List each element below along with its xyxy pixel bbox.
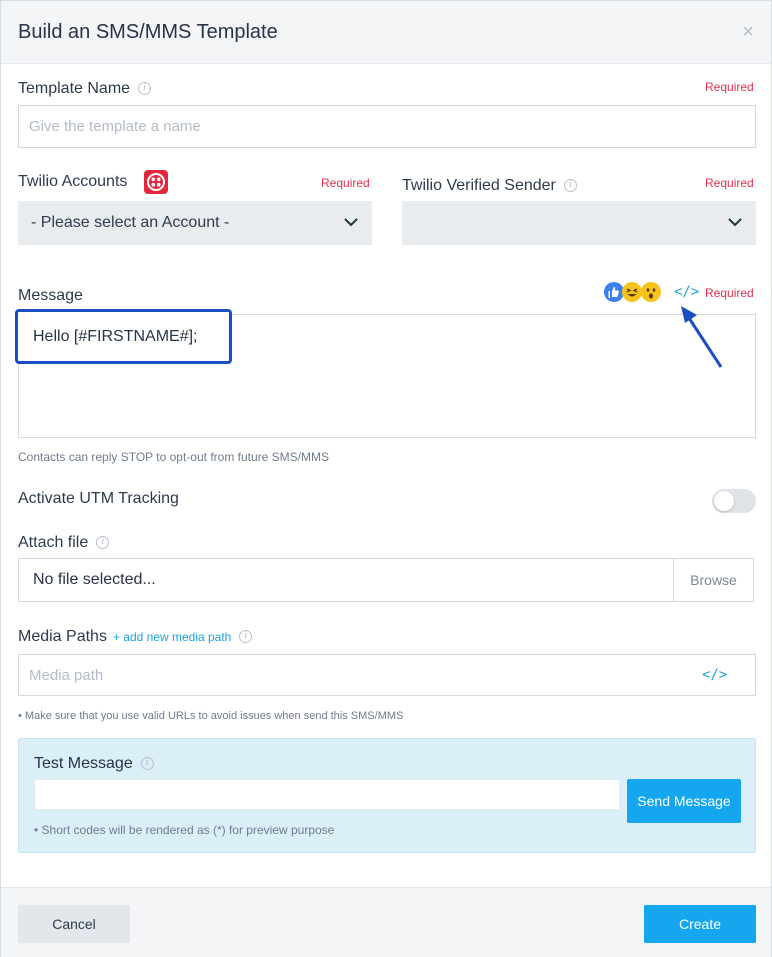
required-badge: Required xyxy=(705,176,754,190)
browse-button[interactable]: Browse xyxy=(673,559,753,601)
test-message-panel: Test Message i Send Message • Short codes… xyxy=(18,738,756,853)
template-name-label: Template Name i xyxy=(18,80,152,98)
laughing-emoji-icon[interactable] xyxy=(622,282,642,302)
twilio-sender-select[interactable] xyxy=(402,201,756,245)
test-phone-input[interactable] xyxy=(34,779,620,810)
required-badge: Required xyxy=(705,80,754,94)
code-icon[interactable]: </> xyxy=(702,667,727,683)
info-icon[interactable]: i xyxy=(140,757,154,771)
info-icon[interactable]: i xyxy=(239,630,253,644)
close-icon[interactable]: × xyxy=(742,22,754,42)
thumbs-up-emoji-icon[interactable] xyxy=(604,282,624,302)
send-message-button[interactable]: Send Message xyxy=(627,779,741,823)
required-badge: Required xyxy=(705,286,754,300)
twilio-logo-icon xyxy=(144,170,168,194)
utm-tracking-toggle[interactable] xyxy=(712,489,756,513)
twilio-account-select[interactable]: - Please select an Account - xyxy=(18,201,372,245)
media-paths-label: Media Paths + add new media path i xyxy=(18,628,253,646)
chevron-down-icon xyxy=(728,218,742,227)
media-path-input[interactable]: Media path xyxy=(18,654,756,696)
info-icon[interactable]: i xyxy=(138,82,152,96)
create-button[interactable]: Create xyxy=(644,905,756,943)
twilio-accounts-label: Twilio Accounts xyxy=(18,173,128,190)
arrow-pointer-icon xyxy=(681,306,723,368)
modal-title: Build an SMS/MMS Template xyxy=(18,21,278,43)
media-path-hint: • Make sure that you use valid URLs to a… xyxy=(18,710,404,722)
info-icon[interactable]: i xyxy=(563,179,577,193)
test-message-title: Test Message i xyxy=(34,755,154,773)
test-message-hint: • Short codes will be rendered as (*) fo… xyxy=(34,823,335,837)
message-hint: Contacts can reply STOP to opt-out from … xyxy=(18,450,330,464)
info-icon[interactable]: i xyxy=(96,536,110,550)
attach-file-field[interactable]: No file selected... Browse xyxy=(18,558,754,602)
message-label: Message xyxy=(18,287,83,304)
template-name-input[interactable]: Give the template a name xyxy=(18,105,756,148)
twilio-sender-label: Twilio Verified Sender i xyxy=(402,177,577,195)
sms-template-modal: Build an SMS/MMS Template × Template Nam… xyxy=(0,0,772,957)
media-path-placeholder: Media path xyxy=(29,666,104,684)
modal-footer: Cancel Create xyxy=(1,887,771,957)
message-highlight-box: Hello [#FIRSTNAME#]; xyxy=(15,309,232,364)
toggle-knob xyxy=(714,491,734,511)
attach-file-label: Attach file i xyxy=(18,534,110,552)
surprised-emoji-icon[interactable] xyxy=(641,282,661,302)
cancel-button[interactable]: Cancel xyxy=(18,905,130,943)
code-icon[interactable]: </> xyxy=(674,284,699,300)
add-media-path-link[interactable]: + add new media path xyxy=(113,630,231,644)
utm-tracking-label: Activate UTM Tracking xyxy=(18,490,179,507)
required-badge: Required xyxy=(321,176,370,190)
message-text: Hello [#FIRSTNAME#]; xyxy=(33,328,198,345)
chevron-down-icon xyxy=(344,218,358,227)
file-name: No file selected... xyxy=(33,571,156,588)
modal-header: Build an SMS/MMS Template × xyxy=(1,1,771,64)
twilio-account-select-value: - Please select an Account - xyxy=(31,214,230,231)
